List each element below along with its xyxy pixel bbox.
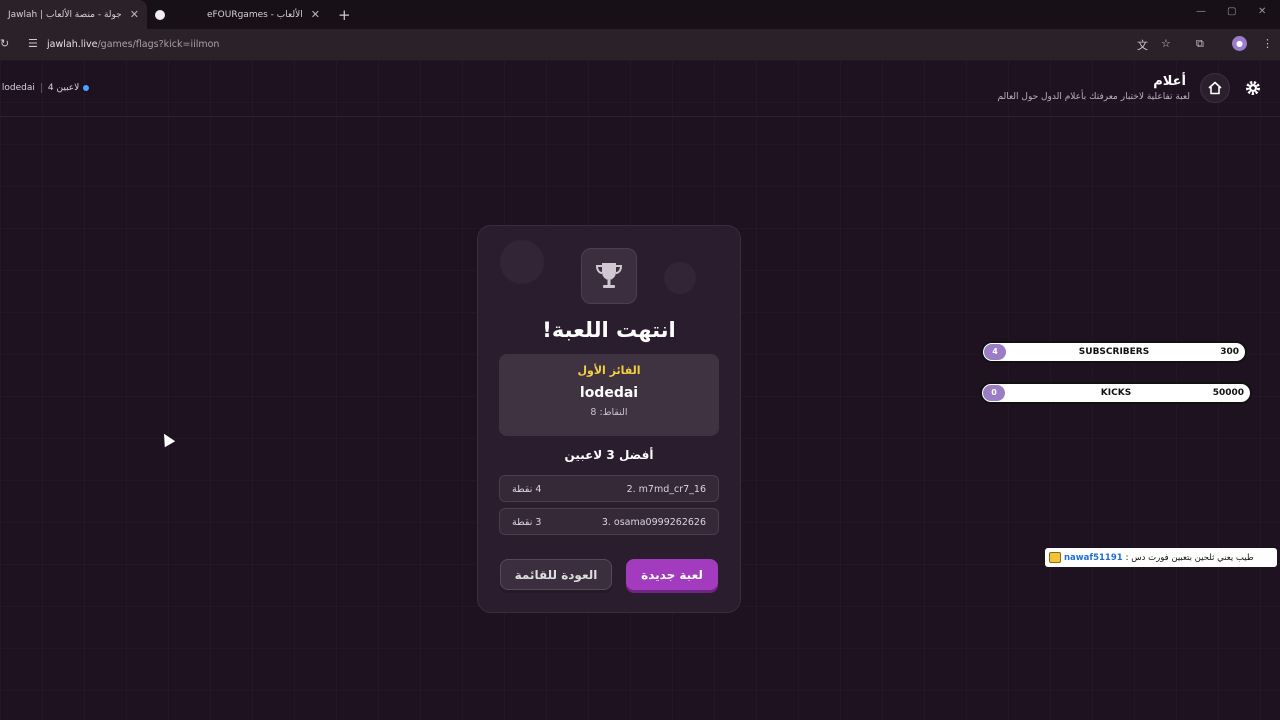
leaderboard-row: 3. osama0999262626 3 نقطة bbox=[499, 508, 719, 535]
browser-address-bar: ↻ ☰ jawlah.live/games/flags?kick=iilmon … bbox=[0, 29, 1280, 60]
winner-panel: الفائز الأول lodedai النقاط: 8 bbox=[499, 354, 719, 436]
close-tab-icon[interactable]: ✕ bbox=[130, 8, 139, 21]
game-status: الفائز: lodedai 4 لاعبين bbox=[0, 83, 90, 93]
site-info-icon[interactable]: ☰ bbox=[28, 37, 38, 50]
page-title: أعلام bbox=[1153, 74, 1186, 89]
window-close-icon[interactable]: ✕ bbox=[1258, 6, 1266, 17]
game-over-card: انتهت اللعبة! الفائز الأول lodedai النقا… bbox=[477, 225, 741, 613]
leaderboard-row: 2. m7md_cr7_16 4 نقطة bbox=[499, 475, 719, 502]
gear-icon bbox=[1246, 81, 1260, 95]
minimize-icon[interactable]: — bbox=[1196, 6, 1206, 17]
new-tab-icon[interactable]: + bbox=[338, 6, 351, 24]
goal-target: 300 bbox=[1220, 347, 1239, 357]
goal-target: 50000 bbox=[1212, 388, 1244, 398]
winner-status: الفائز: lodedai bbox=[0, 83, 35, 93]
winner-points: النقاط: 8 bbox=[590, 407, 628, 418]
url-field[interactable]: jawlah.live/games/flags?kick=iilmon bbox=[47, 39, 219, 50]
app-header: الفائز: lodedai 4 لاعبين أعلام لعبة تفاع… bbox=[0, 60, 1280, 117]
goal-label: KICKS bbox=[1100, 388, 1132, 398]
close-tab-icon[interactable]: ✕ bbox=[311, 8, 320, 21]
back-to-menu-button[interactable]: العودة للقائمة bbox=[500, 559, 612, 590]
home-icon bbox=[1208, 81, 1222, 95]
mouse-cursor-icon bbox=[158, 430, 176, 448]
settings-button[interactable] bbox=[1238, 73, 1268, 103]
players-count: 4 لاعبين bbox=[47, 83, 80, 93]
winner-heading: الفائز الأول bbox=[577, 364, 641, 377]
goal-label: SUBSCRIBERS bbox=[1078, 347, 1150, 357]
player-name: 2. m7md_cr7_16 bbox=[626, 484, 706, 495]
page-description: لعبة تفاعلية لاختبار معرفتك بأعلام الدول… bbox=[997, 92, 1190, 102]
decor-bubble bbox=[500, 240, 544, 284]
profile-avatar[interactable]: ● bbox=[1232, 36, 1247, 51]
player-points: 3 نقطة bbox=[512, 517, 542, 528]
subscribers-goal-bar: 4 SUBSCRIBERS 300 bbox=[981, 341, 1247, 363]
status-dot bbox=[83, 85, 90, 91]
home-button[interactable] bbox=[1200, 73, 1230, 103]
chat-message: nawaf51191 طيب يعني ثلحين بتعبين فورت دس… bbox=[1045, 548, 1277, 567]
tab-title: eFOURgames - الألعاب bbox=[206, 9, 303, 20]
browser-tab-efour[interactable]: eFOURgames - الألعاب ✕ bbox=[147, 0, 328, 29]
chat-username: nawaf51191 bbox=[1064, 552, 1123, 563]
emote-icon bbox=[1049, 552, 1061, 563]
chat-text: طيب يعني ثلحين بتعبين فورت دس : bbox=[1125, 552, 1254, 563]
game-over-title: انتهت اللعبة! bbox=[542, 318, 676, 342]
trophy-badge bbox=[581, 248, 637, 304]
player-points: 4 نقطة bbox=[512, 484, 542, 495]
url-path: /games/flags?kick=iilmon bbox=[97, 39, 220, 50]
trophy-icon bbox=[595, 263, 623, 288]
bookmark-star-icon[interactable]: ☆ bbox=[1161, 37, 1171, 50]
game-page: الفائز: lodedai 4 لاعبين أعلام لعبة تفاع… bbox=[0, 60, 1280, 720]
browser-tab-jawlah[interactable]: Jawlah | جولة - منصة الألعاب ✕ bbox=[0, 0, 147, 29]
tab-title: Jawlah | جولة - منصة الألعاب bbox=[8, 9, 122, 20]
url-host: jawlah.live bbox=[47, 39, 98, 50]
browser-menu-icon[interactable]: ⋮ bbox=[1262, 37, 1273, 50]
kicks-goal-bar: 0 KICKS 50000 bbox=[980, 382, 1252, 404]
extensions-icon[interactable]: ⧉ bbox=[1196, 37, 1204, 51]
player-name: 3. osama0999262626 bbox=[601, 517, 706, 528]
translate-icon[interactable]: 文 bbox=[1137, 37, 1148, 53]
new-game-button[interactable]: لعبة جديدة bbox=[626, 559, 718, 590]
browser-tab-bar: Jawlah | جولة - منصة الألعاب ✕ eFOURgame… bbox=[0, 0, 1280, 29]
maximize-icon[interactable]: ▢ bbox=[1227, 6, 1236, 17]
winner-name: lodedai bbox=[579, 385, 639, 401]
tab-favicon-icon bbox=[154, 9, 165, 20]
reload-icon[interactable]: ↻ bbox=[0, 37, 9, 50]
divider bbox=[40, 83, 42, 93]
leaderboard-heading: أفضل 3 لاعبين bbox=[564, 448, 654, 462]
decor-bubble bbox=[664, 262, 696, 294]
